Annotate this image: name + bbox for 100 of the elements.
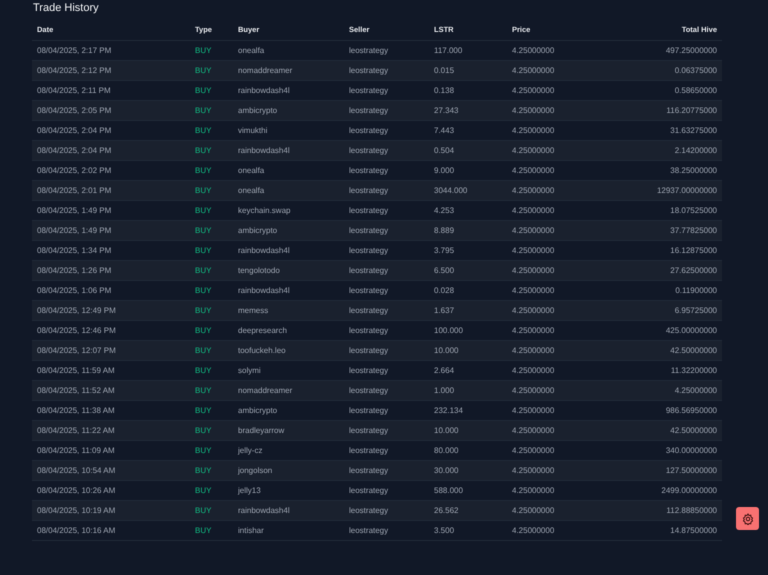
table-cell: leostrategy (344, 420, 429, 440)
table-cell: 42.50000000 (617, 420, 722, 440)
table-cell: 112.88850000 (617, 500, 722, 520)
table-cell: 18.07525000 (617, 200, 722, 220)
table-cell: 7.443 (429, 120, 507, 140)
table-cell: 08/04/2025, 10:19 AM (32, 500, 190, 520)
table-cell: ambicrypto (233, 220, 344, 240)
table-cell: 4.25000000 (507, 440, 617, 460)
table-cell: BUY (190, 200, 233, 220)
table-cell: keychain.swap (233, 200, 344, 220)
table-cell: 497.25000000 (617, 40, 722, 60)
table-cell: 3.500 (429, 520, 507, 540)
table-cell: 27.343 (429, 100, 507, 120)
table-cell: leostrategy (344, 360, 429, 380)
table-cell: 4.25000000 (507, 220, 617, 240)
table-cell: onealfa (233, 40, 344, 60)
table-cell: 3044.000 (429, 180, 507, 200)
table-cell: leostrategy (344, 520, 429, 540)
table-cell: 80.000 (429, 440, 507, 460)
table-cell: 08/04/2025, 11:59 AM (32, 360, 190, 380)
table-cell: BUY (190, 180, 233, 200)
table-cell: 0.028 (429, 280, 507, 300)
table-cell: 08/04/2025, 11:52 AM (32, 380, 190, 400)
table-cell: leostrategy (344, 340, 429, 360)
table-cell: rainbowdash4l (233, 140, 344, 160)
table-cell: 4.25000000 (507, 80, 617, 100)
table-cell: 4.25000000 (507, 60, 617, 80)
table-cell: rainbowdash4l (233, 500, 344, 520)
table-cell: 08/04/2025, 12:07 PM (32, 340, 190, 360)
table-cell: leostrategy (344, 460, 429, 480)
table-cell: 2.664 (429, 360, 507, 380)
table-cell: 42.50000000 (617, 340, 722, 360)
table-cell: 4.25000000 (507, 140, 617, 160)
table-cell: leostrategy (344, 400, 429, 420)
table-cell: leostrategy (344, 180, 429, 200)
table-cell: BUY (190, 460, 233, 480)
table-cell: leostrategy (344, 80, 429, 100)
table-cell: leostrategy (344, 60, 429, 80)
table-cell: 340.00000000 (617, 440, 722, 460)
table-cell: 6.500 (429, 260, 507, 280)
table-cell: 08/04/2025, 1:34 PM (32, 240, 190, 260)
table-cell: 10.000 (429, 420, 507, 440)
table-cell: 232.134 (429, 400, 507, 420)
table-cell: 08/04/2025, 10:16 AM (32, 520, 190, 540)
table-cell: solymi (233, 360, 344, 380)
table-cell: 986.56950000 (617, 400, 722, 420)
table-cell: vimukthi (233, 120, 344, 140)
table-cell: rainbowdash4l (233, 280, 344, 300)
table-cell: 4.25000000 (507, 120, 617, 140)
table-cell: 2.14200000 (617, 140, 722, 160)
table-cell: 08/04/2025, 1:49 PM (32, 200, 190, 220)
table-cell: 08/04/2025, 11:38 AM (32, 400, 190, 420)
table-cell: 08/04/2025, 2:04 PM (32, 140, 190, 160)
table-cell: memess (233, 300, 344, 320)
table-cell: 4.25000000 (507, 240, 617, 260)
table-cell: 4.25000000 (507, 40, 617, 60)
table-cell: 31.63275000 (617, 120, 722, 140)
table-cell: BUY (190, 40, 233, 60)
table-cell: 4.25000000 (507, 460, 617, 480)
table-cell: 08/04/2025, 2:04 PM (32, 120, 190, 140)
table-cell: BUY (190, 160, 233, 180)
table-cell: BUY (190, 300, 233, 320)
table-cell: 4.25000000 (507, 420, 617, 440)
table-cell: 3.795 (429, 240, 507, 260)
table-cell: intishar (233, 520, 344, 540)
table-cell: 0.06375000 (617, 60, 722, 80)
table-cell: 08/04/2025, 11:09 AM (32, 440, 190, 460)
table-cell: 4.25000000 (507, 280, 617, 300)
table-cell: 0.015 (429, 60, 507, 80)
table-cell: 08/04/2025, 2:12 PM (32, 60, 190, 80)
table-cell: rainbowdash4l (233, 240, 344, 260)
table-cell: 4.25000000 (507, 200, 617, 220)
table-cell: 30.000 (429, 460, 507, 480)
table-cell: 1.637 (429, 300, 507, 320)
table-cell: 08/04/2025, 10:54 AM (32, 460, 190, 480)
table-cell: 0.58650000 (617, 80, 722, 100)
table-cell: 8.889 (429, 220, 507, 240)
table-cell: BUY (190, 60, 233, 80)
table-cell: 4.25000000 (507, 400, 617, 420)
table-cell: BUY (190, 220, 233, 240)
table-cell: 588.000 (429, 480, 507, 500)
table-cell: 08/04/2025, 11:22 AM (32, 420, 190, 440)
table-cell: 1.000 (429, 380, 507, 400)
table-cell: leostrategy (344, 440, 429, 460)
table-cell: 117.000 (429, 40, 507, 60)
table-cell: BUY (190, 240, 233, 260)
settings-button[interactable] (736, 507, 759, 530)
table-cell: 4.25000000 (617, 380, 722, 400)
table-cell: 11.32200000 (617, 360, 722, 380)
table-cell: 4.25000000 (507, 380, 617, 400)
table-cell: BUY (190, 100, 233, 120)
table-cell: 4.25000000 (507, 320, 617, 340)
table-cell: BUY (190, 420, 233, 440)
table-cell: 0.504 (429, 140, 507, 160)
table-cell: jongolson (233, 460, 344, 480)
table-cell: 08/04/2025, 2:01 PM (32, 180, 190, 200)
table-cell: 08/04/2025, 2:02 PM (32, 160, 190, 180)
table-cell: BUY (190, 80, 233, 100)
table-cell: BUY (190, 320, 233, 340)
table-cell: BUY (190, 400, 233, 420)
